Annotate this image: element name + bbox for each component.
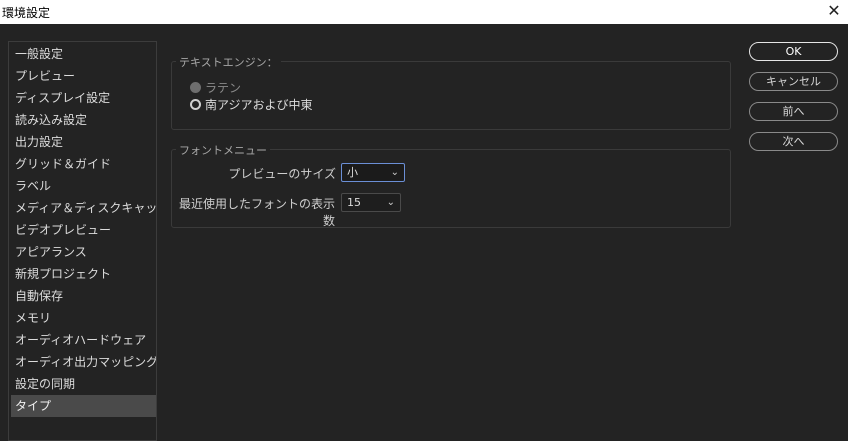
sidebar-item-sync-settings[interactable]: 設定の同期 — [11, 373, 156, 395]
ok-button[interactable]: OK — [749, 42, 838, 61]
radio-latin: ラテン — [190, 79, 241, 95]
sidebar-item-grids-guides[interactable]: グリッド＆ガイド — [11, 153, 156, 175]
recent-fonts-count-value: 15 — [347, 196, 361, 209]
sidebar-item-output[interactable]: 出力設定 — [11, 131, 156, 153]
sidebar-item-display[interactable]: ディスプレイ設定 — [11, 87, 156, 109]
radio-button-icon — [190, 81, 201, 93]
chevron-down-icon: ⌄ — [386, 197, 395, 208]
sidebar-item-import[interactable]: 読み込み設定 — [11, 109, 156, 131]
sidebar-item-type[interactable]: タイプ — [11, 395, 156, 417]
radio-latin-label: ラテン — [205, 80, 242, 95]
previous-button[interactable]: 前へ — [749, 102, 838, 121]
sidebar-item-audio-output-mapping[interactable]: オーディオ出力マッピング — [11, 351, 156, 373]
title-bar: 環境設定 ✕ — [0, 0, 848, 24]
sidebar-item-memory[interactable]: メモリ — [11, 307, 156, 329]
preview-size-select[interactable]: 小 ⌄ — [341, 163, 405, 182]
radio-button-icon[interactable] — [190, 98, 201, 110]
text-engine-title: テキストエンジン： — [176, 54, 281, 70]
preferences-sidebar: 一般設定 プレビュー ディスプレイ設定 読み込み設定 出力設定 グリッド＆ガイド… — [8, 41, 157, 441]
font-menu-title: フォントメニュー — [176, 142, 270, 158]
sidebar-item-new-project[interactable]: 新規プロジェクト — [11, 263, 156, 285]
radio-south-asian-middle-eastern[interactable]: 南アジアおよび中東 — [190, 96, 313, 112]
sidebar-item-preview[interactable]: プレビュー — [11, 65, 156, 87]
preview-size-value: 小 — [347, 166, 358, 179]
preview-size-label: プレビューのサイズ — [228, 167, 336, 181]
window-title: 環境設定 — [2, 6, 51, 20]
sidebar-item-appearance[interactable]: アピアランス — [11, 241, 156, 263]
cancel-button[interactable]: キャンセル — [749, 72, 838, 91]
next-button[interactable]: 次へ — [749, 132, 838, 151]
sidebar-item-audio-hardware[interactable]: オーディオハードウェア — [11, 329, 156, 351]
sidebar-item-general[interactable]: 一般設定 — [11, 43, 156, 65]
recent-fonts-count-select[interactable]: 15 ⌄ — [341, 193, 401, 212]
close-icon[interactable]: ✕ — [824, 1, 844, 21]
sidebar-item-auto-save[interactable]: 自動保存 — [11, 285, 156, 307]
chevron-down-icon: ⌄ — [390, 167, 399, 178]
sidebar-item-media-cache[interactable]: メディア＆ディスクキャッシュ — [11, 197, 156, 219]
sidebar-item-video-preview[interactable]: ビデオプレビュー — [11, 219, 156, 241]
radio-south-asian-label[interactable]: 南アジアおよび中東 — [205, 96, 313, 113]
sidebar-item-labels[interactable]: ラベル — [11, 175, 156, 197]
recent-fonts-count-label: 最近使用したフォントの表示数 — [178, 197, 335, 228]
